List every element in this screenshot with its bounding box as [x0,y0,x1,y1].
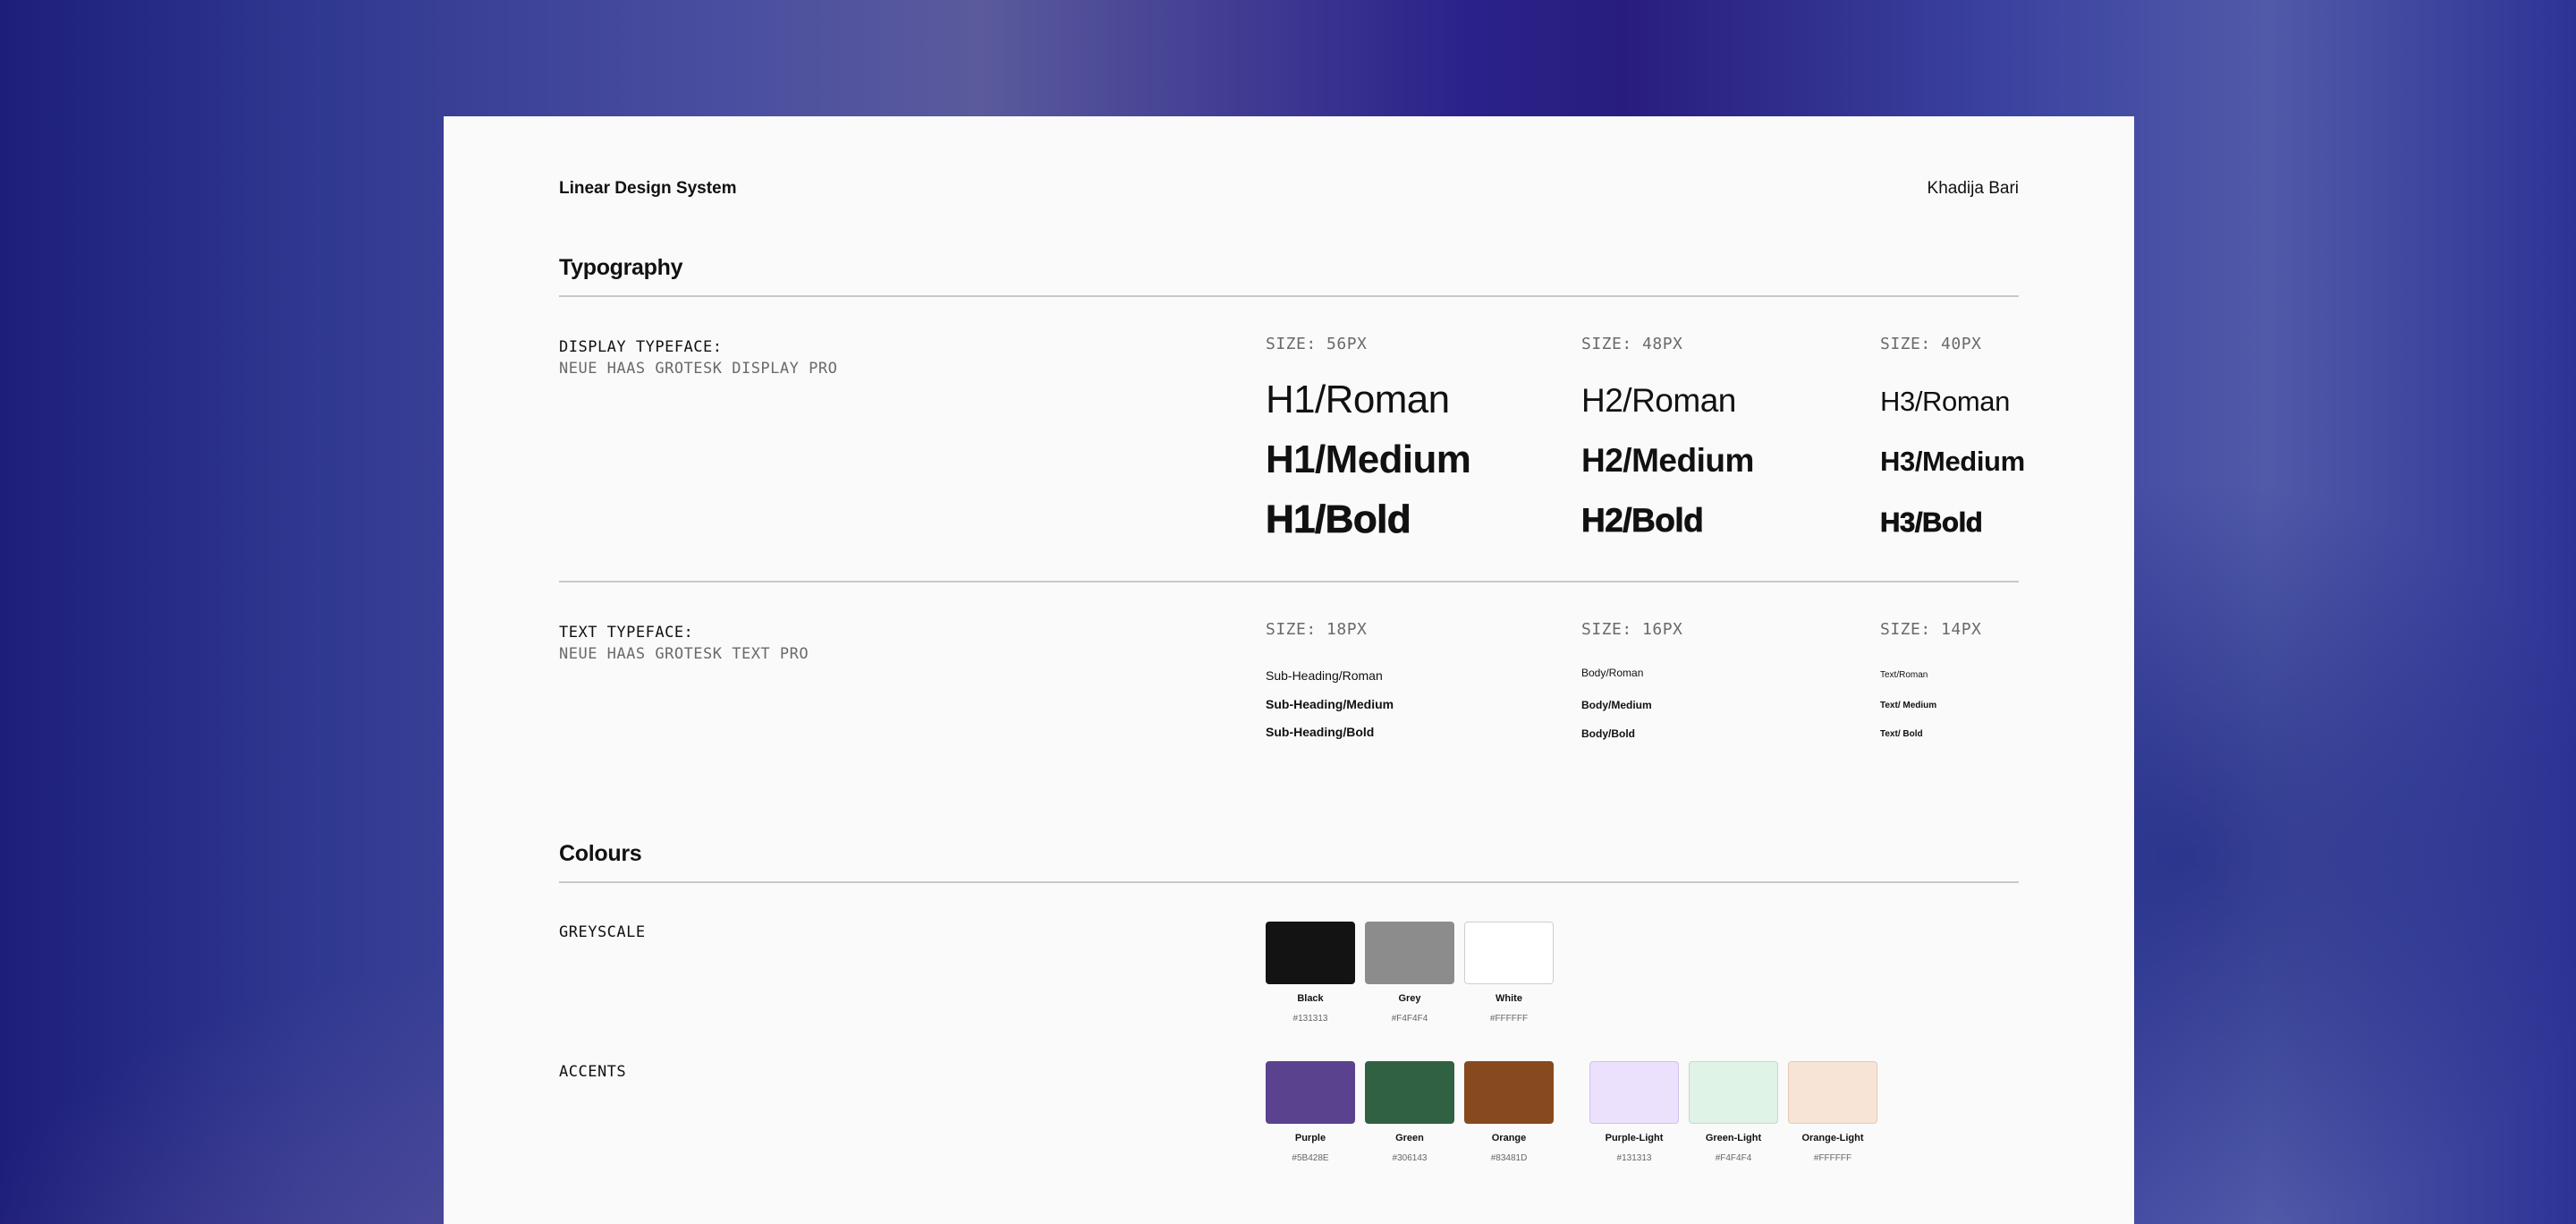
accents-label: ACCENTS [559,1063,627,1081]
swatch-black[interactable] [1266,922,1355,984]
text-typeface-label: TEXT TYPEFACE: [559,624,694,642]
text-medium-sample: Text/ Medium [1880,701,1937,710]
display-typeface-label: DISPLAY TYPEFACE: [559,338,723,356]
typography-divider [559,295,2019,297]
swatch-grey-name: Grey [1398,993,1421,1004]
body-bold-sample: Body/Bold [1581,727,1635,740]
text-size-16: SIZE: 16PX [1581,620,1683,639]
swatch-orange-light[interactable] [1788,1061,1877,1124]
swatch-purple-name: Purple [1294,1133,1326,1143]
swatch-orange-light-name: Orange-Light [1801,1133,1864,1143]
swatch-grey-hex: #F4F4F4 [1391,1014,1428,1024]
h2-medium-sample: H2/Medium [1581,442,1754,479]
text-roman-sample: Text/Roman [1880,670,1928,680]
author-name: Khadija Bari [1927,179,2019,198]
swatch-green-light[interactable] [1689,1061,1778,1124]
sheet-content: Linear Design System Khadija Bari Typogr… [559,116,2025,1224]
swatch-purple-light-hex: #131313 [1616,1153,1652,1163]
text-size-18: SIZE: 18PX [1266,620,1368,639]
subheading-bold-sample: Sub-Heading/Bold [1266,725,1375,739]
swatch-purple-hex: #5B428E [1292,1153,1329,1163]
body-roman-sample: Body/Roman [1581,667,1644,679]
swatch-black-hex: #131313 [1292,1014,1328,1024]
h1-bold-sample: H1/Bold [1266,497,1411,542]
swatch-green-light-name: Green-Light [1705,1133,1762,1143]
swatch-white[interactable] [1464,922,1554,984]
swatch-white-name: White [1496,993,1522,1004]
greyscale-label: GREYSCALE [559,923,646,941]
display-size-56: SIZE: 56PX [1266,335,1368,353]
subheading-roman-sample: Sub-Heading/Roman [1266,668,1383,683]
display-text-divider [559,581,2019,582]
h3-roman-sample: H3/Roman [1880,386,2010,417]
swatch-black-name: Black [1297,993,1324,1004]
brand-title: Linear Design System [559,179,737,198]
display-typeface-name: NEUE HAAS GROTESK DISPLAY PRO [559,360,838,378]
h2-bold-sample: H2/Bold [1581,502,1705,540]
h1-roman-sample: H1/Roman [1266,378,1450,421]
h3-bold-sample: H3/Bold [1880,506,1984,539]
swatch-orange[interactable] [1464,1061,1554,1124]
colours-section-title: Colours [559,841,642,866]
swatch-green-name: Green [1395,1133,1424,1143]
design-system-sheet: Linear Design System Khadija Bari Typogr… [444,116,2134,1224]
display-size-48: SIZE: 48PX [1581,335,1683,353]
colours-divider [559,881,2019,883]
h3-medium-sample: H3/Medium [1880,446,2025,477]
swatch-orange-light-hex: #FFFFFF [1813,1153,1852,1163]
swatch-white-hex: #FFFFFF [1489,1014,1529,1024]
subheading-medium-sample: Sub-Heading/Medium [1266,697,1394,711]
swatch-orange-hex: #83481D [1490,1153,1528,1163]
swatch-green-hex: #306143 [1392,1153,1428,1163]
swatch-purple[interactable] [1266,1061,1355,1124]
h2-roman-sample: H2/Roman [1581,382,1736,419]
body-medium-sample: Body/Medium [1581,699,1652,711]
swatch-grey[interactable] [1365,922,1454,984]
h1-medium-sample: H1/Medium [1266,438,1471,481]
swatch-green-light-hex: #F4F4F4 [1715,1153,1752,1163]
swatch-green[interactable] [1365,1061,1454,1124]
display-size-40: SIZE: 40PX [1880,335,1982,353]
swatch-orange-name: Orange [1491,1133,1527,1143]
swatch-purple-light[interactable] [1589,1061,1679,1124]
text-typeface-name: NEUE HAAS GROTESK TEXT PRO [559,645,809,663]
swatch-purple-light-name: Purple-Light [1605,1133,1664,1143]
text-size-14: SIZE: 14PX [1880,620,1982,639]
text-bold-sample: Text/ Bold [1880,729,1923,739]
typography-section-title: Typography [559,255,683,280]
